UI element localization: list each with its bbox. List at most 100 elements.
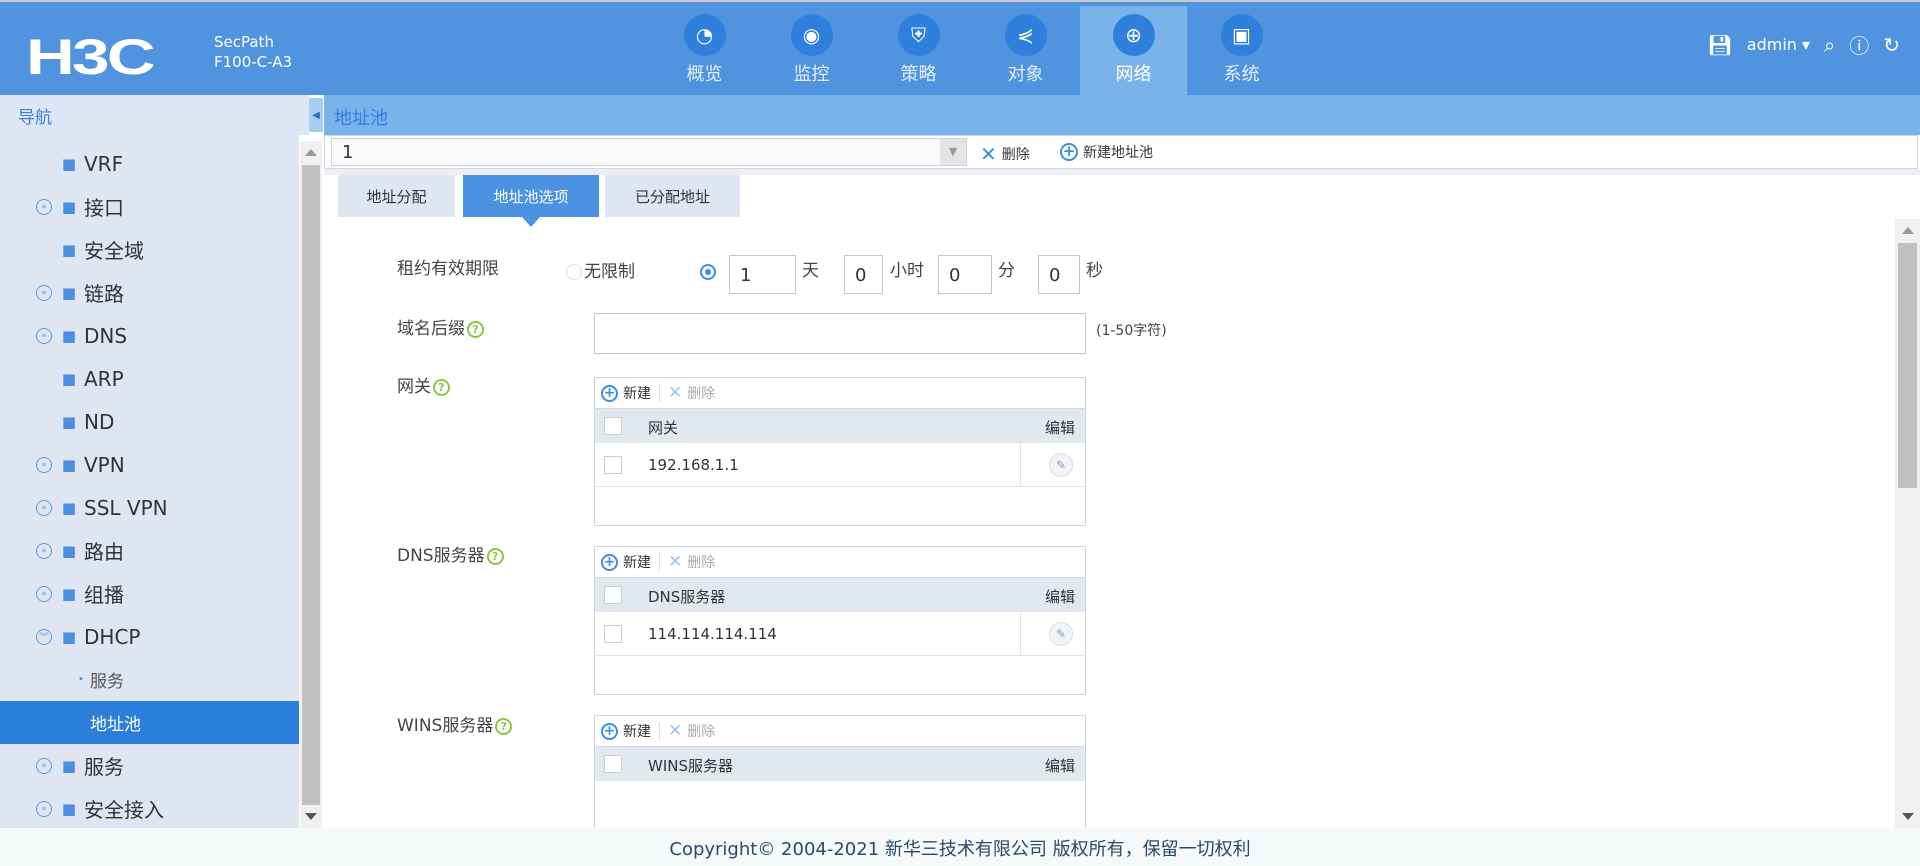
nav-object[interactable]: ⋞ 对象	[972, 6, 1079, 97]
sidebar-item[interactable]: 地址池	[0, 701, 299, 744]
nav-network[interactable]: ⊕ 网络	[1080, 6, 1187, 97]
domain-suffix-input[interactable]	[594, 313, 1086, 354]
new-button[interactable]: 新建	[623, 383, 651, 403]
expand-icon[interactable]: »	[36, 542, 52, 559]
new-button[interactable]: 新建	[623, 721, 651, 741]
sidebar-item-label: DHCP	[84, 624, 141, 649]
sidebar-item[interactable]: ■ VRF	[0, 142, 299, 185]
sidebar-item[interactable]: » ■ 组播	[0, 572, 299, 615]
vrf-icon: ■	[61, 154, 77, 173]
help-icon[interactable]: ?	[467, 320, 484, 338]
sidebar-item[interactable]: » ■ VPN	[0, 443, 299, 486]
sidebar-item[interactable]: ■ ND	[0, 400, 299, 443]
expand-icon[interactable]: »	[36, 585, 52, 602]
plus-circle-icon: +	[601, 722, 618, 740]
sidebar-item[interactable]: » ■ 链路	[0, 271, 299, 314]
help-icon[interactable]: ?	[486, 547, 504, 565]
days-input[interactable]: 1	[729, 255, 796, 294]
scroll-thumb[interactable]	[1898, 243, 1917, 488]
search-icon[interactable]: ⌕	[1824, 33, 1835, 57]
expand-icon[interactable]: »	[36, 800, 52, 817]
scroll-down-icon[interactable]	[1902, 813, 1914, 820]
sidebar-item[interactable]: » ■ DNS	[0, 314, 299, 357]
hours-input[interactable]: 0	[844, 255, 883, 294]
delete-button[interactable]: 删除	[687, 552, 715, 572]
footer-copyright: Copyright© 2004-2021 新华三技术有限公司 版权所有，保留一切…	[0, 828, 1920, 866]
logout-icon[interactable]: ↻	[1883, 33, 1900, 57]
content-scrollbar[interactable]	[1895, 219, 1920, 828]
tab-allocated-addresses[interactable]: 已分配地址	[605, 175, 740, 217]
sidebar-item-label: DNS	[84, 323, 128, 348]
expand-icon[interactable]: »	[36, 499, 52, 516]
scroll-thumb[interactable]	[302, 165, 320, 805]
select-all-checkbox[interactable]	[604, 417, 622, 435]
sidebar-item[interactable]: » ■ 安全接入	[0, 787, 299, 828]
sidebar-item[interactable]: ︾ ■ DHCP	[0, 615, 299, 658]
expand-icon[interactable]: »	[36, 198, 52, 215]
nav-system[interactable]: ▣ 系统	[1188, 6, 1295, 97]
scroll-up-icon[interactable]	[305, 149, 317, 156]
nav-policy[interactable]: ⛨ 策略	[865, 6, 972, 97]
nav-label: 系统	[1223, 64, 1260, 85]
delete-button[interactable]: 删除	[687, 383, 715, 403]
nd-icon: ■	[61, 412, 77, 431]
save-icon[interactable]: 💾︎	[1707, 33, 1732, 57]
username: admin	[1746, 35, 1797, 54]
table-toolbar: + 新建 ✕ 删除	[595, 716, 1085, 747]
pencil-icon[interactable]: ✎	[1049, 622, 1073, 646]
new-pool-button[interactable]: + 新建地址池	[1060, 142, 1153, 162]
table-header: WINS服务器 编辑	[595, 747, 1085, 781]
nav-label: 概览	[686, 64, 723, 85]
sidebar-item[interactable]: » ■ 路由	[0, 529, 299, 572]
sidebar-item-label: 地址池	[90, 715, 141, 735]
scroll-up-icon[interactable]	[1902, 227, 1914, 234]
tab-pool-options[interactable]: 地址池选项	[463, 175, 599, 227]
nav-monitor[interactable]: ◉ 监控	[758, 6, 865, 97]
delete-pool-button[interactable]: ✕ 删除	[980, 142, 1030, 166]
sidebar-item[interactable]: » ■ SSL VPN	[0, 486, 299, 529]
sidebar-item[interactable]: » ■ 服务	[0, 744, 299, 787]
table-row: 192.168.1.1 ✎	[595, 443, 1085, 487]
select-all-checkbox[interactable]	[604, 755, 622, 773]
table-toolbar: + 新建 ✕ 删除	[595, 378, 1085, 409]
minutes-input[interactable]: 0	[938, 255, 992, 294]
delete-button[interactable]: 删除	[687, 721, 715, 741]
user-menu[interactable]: admin ▾	[1747, 35, 1810, 54]
help-icon[interactable]: ?	[433, 378, 450, 396]
user-toolbar: 💾︎ admin ▾ ⌕ ⓘ ↻	[1707, 30, 1900, 59]
custom-lease-radio[interactable]	[700, 264, 716, 280]
camera-icon: ◉	[790, 14, 833, 56]
sidebar-item[interactable]: » ■ 接口	[0, 185, 299, 228]
collapse-icon[interactable]: ︾	[36, 628, 52, 645]
select-all-checkbox[interactable]	[604, 586, 622, 604]
tab-address-allocation[interactable]: 地址分配	[338, 175, 455, 217]
pool-select[interactable]: 1 ▼	[331, 138, 967, 166]
chevron-down-icon[interactable]: ▼	[940, 139, 966, 165]
sidebar-item[interactable]: ■ ARP	[0, 357, 299, 400]
route-icon: ■	[61, 541, 77, 560]
new-button[interactable]: 新建	[623, 552, 651, 572]
collapse-sidebar-button[interactable]: ◀	[309, 98, 323, 132]
help-icon[interactable]: ?	[495, 717, 513, 735]
row-checkbox[interactable]	[604, 625, 622, 643]
secure-access-icon: ■	[61, 799, 77, 818]
interface-icon: ■	[61, 197, 77, 216]
sidebar-item-label: 安全域	[84, 239, 144, 263]
nav-overview[interactable]: ◔ 概览	[651, 6, 758, 97]
expand-icon[interactable]: »	[36, 456, 52, 473]
seconds-input[interactable]: 0	[1038, 255, 1080, 294]
sidebar-item[interactable]: ■ 安全域	[0, 228, 299, 271]
row-checkbox[interactable]	[604, 456, 622, 474]
pencil-icon[interactable]: ✎	[1049, 453, 1073, 477]
expand-icon[interactable]: »	[36, 284, 52, 301]
sidebar-item-label: VPN	[84, 452, 125, 477]
expand-icon[interactable]: »	[36, 327, 52, 344]
sidebar-item[interactable]: • 服务	[0, 658, 299, 701]
unlimited-radio[interactable]	[566, 264, 582, 280]
scroll-down-icon[interactable]	[305, 813, 317, 820]
domain-hint: (1-50字符)	[1096, 323, 1167, 339]
sidebar-scrollbar[interactable]	[300, 141, 322, 828]
table-empty-area	[595, 656, 1085, 694]
expand-icon[interactable]: »	[36, 757, 52, 774]
help-icon[interactable]: ⓘ	[1849, 30, 1869, 59]
